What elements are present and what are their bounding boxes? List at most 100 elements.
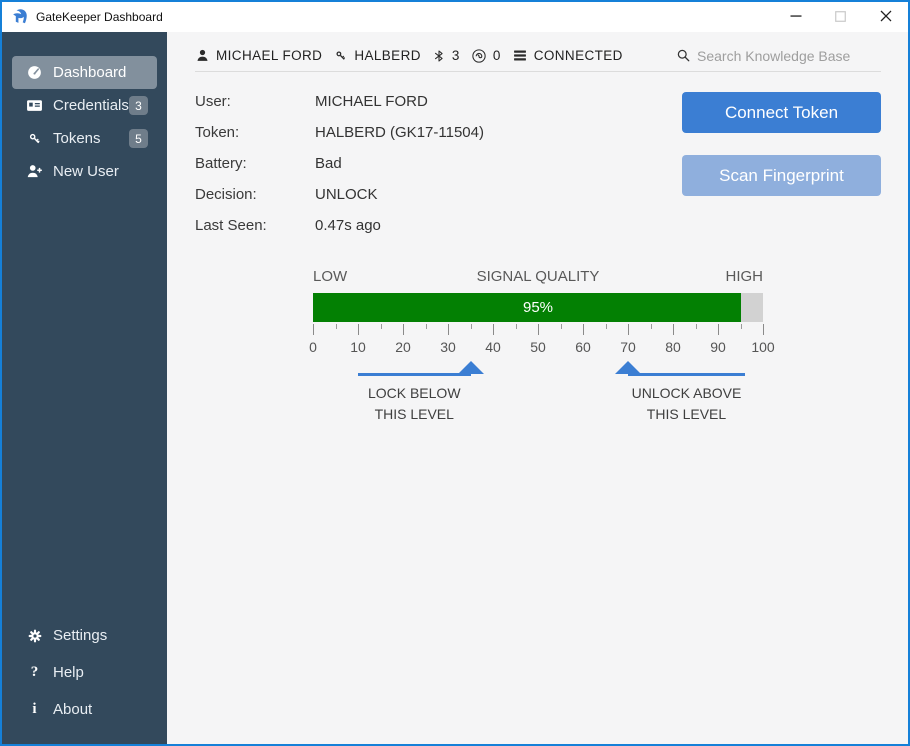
scale-tick-label: 100 xyxy=(751,339,775,355)
status-token-name: HALBERD xyxy=(354,48,421,63)
window-controls xyxy=(773,2,908,32)
sidebar-item-settings[interactable]: Settings xyxy=(12,617,157,654)
scale-tick xyxy=(560,324,562,329)
scale-tick-label: 30 xyxy=(440,339,456,355)
key-icon xyxy=(333,48,348,63)
threshold-sliders: LOCK BELOW THIS LEVEL UNLOCK ABOVE THIS … xyxy=(313,360,763,444)
field-value: 0.47s ago xyxy=(315,217,381,234)
scale-tick-label: 10 xyxy=(350,339,366,355)
action-buttons: Connect Token Scan Fingerprint xyxy=(682,92,881,241)
scale-tick-label: 90 xyxy=(710,339,726,355)
scale-tick xyxy=(650,324,652,329)
person-icon xyxy=(195,48,210,63)
scale-tick xyxy=(740,324,742,329)
scale-tick xyxy=(448,324,449,335)
scale-tick xyxy=(380,324,382,329)
info-icon: i xyxy=(32,701,37,717)
sidebar-item-label: Dashboard xyxy=(53,64,127,81)
close-button[interactable] xyxy=(863,2,908,32)
scale-tick xyxy=(763,324,764,335)
status-bar: MICHAEL FORD HALBERD 3 0 CONNECTED Searc… xyxy=(195,40,881,72)
detail-row-user: User: MICHAEL FORD xyxy=(195,86,682,117)
detail-fields: User: MICHAEL FORD Token: HALBERD (GK17-… xyxy=(195,86,682,241)
user-status: MICHAEL FORD xyxy=(195,48,322,63)
signal-quality-section: LOW SIGNAL QUALITY HIGH 95% 0 10 20 30 40 50 6… xyxy=(309,268,775,444)
minimize-button[interactable] xyxy=(773,2,818,32)
sidebar-item-label: Credentials xyxy=(53,97,129,114)
scale-tick xyxy=(493,324,494,335)
bluetooth-icon xyxy=(432,48,446,64)
fingerprint-count: 0 xyxy=(492,48,501,63)
credentials-count-badge: 3 xyxy=(129,96,148,115)
lock-threshold-label: LOCK BELOW THIS LEVEL xyxy=(367,385,461,422)
titlebar: GateKeeper Dashboard xyxy=(2,2,908,32)
scale-tick xyxy=(515,324,517,329)
detail-row-decision: Decision: UNLOCK xyxy=(195,179,682,210)
sidebar-item-about[interactable]: i About xyxy=(12,691,157,728)
search-input[interactable] xyxy=(697,47,877,64)
detail-row-token: Token: HALBERD (GK17-11504) xyxy=(195,117,682,148)
scale-tick-label: 50 xyxy=(530,339,546,355)
field-value: UNLOCK xyxy=(315,186,378,203)
field-label: Last Seen: xyxy=(195,217,267,234)
id-card-icon xyxy=(25,97,44,114)
maximize-button[interactable] xyxy=(818,2,863,32)
connection-status: CONNECTED xyxy=(512,48,623,63)
minimize-icon xyxy=(790,10,802,25)
scale-tick xyxy=(403,324,404,335)
scale-tick xyxy=(313,324,314,335)
detail-row-battery: Battery: Bad xyxy=(195,148,682,179)
scale-tick-label: 80 xyxy=(665,339,681,355)
signal-high-label: HIGH xyxy=(725,268,764,285)
bluetooth-status: 3 xyxy=(432,48,460,64)
scale-tick xyxy=(358,324,359,335)
sidebar-item-credentials[interactable]: Credentials 3 xyxy=(12,89,157,122)
scale-tick-label: 0 xyxy=(309,339,317,355)
bluetooth-count: 3 xyxy=(451,48,460,63)
question-mark-icon: ? xyxy=(30,664,39,680)
field-value: Bad xyxy=(315,155,342,172)
sidebar: Dashboard Credentials 3 Tokens 5 New Use… xyxy=(2,32,167,744)
sidebar-item-new-user[interactable]: New User xyxy=(12,155,157,188)
scale-tick xyxy=(335,324,337,329)
unlock-threshold-label: UNLOCK ABOVE THIS LEVEL xyxy=(631,385,742,422)
fingerprint-icon xyxy=(471,48,487,64)
field-value: MICHAEL FORD xyxy=(315,93,428,110)
user-plus-icon xyxy=(25,163,44,180)
scale-tick-label: 70 xyxy=(620,339,636,355)
gatekeeper-helmet-icon xyxy=(11,8,29,26)
connect-token-button[interactable]: Connect Token xyxy=(682,92,881,133)
signal-bar: 95% xyxy=(313,293,763,322)
field-label: Decision: xyxy=(195,186,257,203)
status-user-name: MICHAEL FORD xyxy=(216,48,323,63)
app-window: GateKeeper Dashboard Dashboard Credentia… xyxy=(0,0,910,746)
dashboard-gauge-icon xyxy=(25,64,44,81)
sidebar-item-help[interactable]: ? Help xyxy=(12,654,157,691)
sidebar-footer: Settings ? Help i About xyxy=(2,617,167,744)
scale-tick xyxy=(538,324,539,335)
scan-fingerprint-button[interactable]: Scan Fingerprint xyxy=(682,155,881,196)
gear-icon xyxy=(25,628,44,644)
signal-ruler-ticks xyxy=(313,324,764,337)
unlock-threshold-marker[interactable] xyxy=(615,361,641,374)
main-panel: MICHAEL FORD HALBERD 3 0 CONNECTED Searc… xyxy=(167,32,908,744)
sidebar-item-label: New User xyxy=(53,163,119,180)
sidebar-item-label: Tokens xyxy=(53,130,101,147)
key-icon xyxy=(25,130,44,147)
scale-tick xyxy=(695,324,697,329)
field-label: Battery: xyxy=(195,155,247,172)
fingerprint-status: 0 xyxy=(471,48,501,64)
sidebar-item-dashboard[interactable]: Dashboard xyxy=(12,56,157,89)
sidebar-item-tokens[interactable]: Tokens 5 xyxy=(12,122,157,155)
unlock-threshold-line xyxy=(628,373,745,376)
lock-threshold-marker[interactable] xyxy=(457,361,484,374)
sidebar-item-label: Help xyxy=(53,664,84,681)
sidebar-item-label: About xyxy=(53,701,93,718)
close-icon xyxy=(880,10,892,25)
connection-state: CONNECTED xyxy=(533,48,623,63)
field-label: Token: xyxy=(195,124,240,141)
signal-header: LOW SIGNAL QUALITY HIGH xyxy=(313,268,763,288)
scale-tick-label: 40 xyxy=(485,339,501,355)
signal-scale-labels: 0 10 20 30 40 50 60 70 80 90 100 xyxy=(309,339,775,357)
signal-title: SIGNAL QUALITY xyxy=(476,268,600,285)
